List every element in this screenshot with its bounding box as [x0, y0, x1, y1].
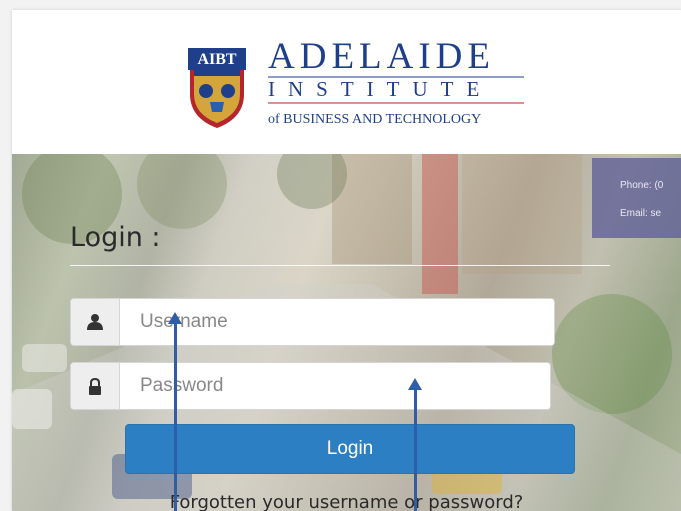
login-title: Login :	[70, 222, 161, 253]
login-page: AIBT ADELAIDE INSTITUTE of BUSINESS AND …	[12, 10, 681, 511]
hero-background: Phone: (0 Email: se Login : Login Forgot…	[12, 154, 681, 511]
contact-phone: Phone: (0	[620, 180, 664, 191]
svg-text:ADELAIDE: ADELAIDE	[268, 36, 495, 77]
forgot-credentials-link[interactable]: Forgotten your username or password?	[12, 492, 681, 511]
annotation-arrow-password	[408, 378, 422, 511]
svg-text:INSTITUTE: INSTITUTE	[268, 77, 492, 101]
svg-text:of BUSINESS AND TECHNOLOGY: of BUSINESS AND TECHNOLOGY	[268, 112, 481, 127]
aibt-logo: AIBT ADELAIDE INSTITUTE of BUSINESS AND …	[188, 36, 524, 128]
username-input[interactable]	[120, 299, 554, 345]
title-divider	[70, 265, 610, 266]
password-group	[70, 362, 551, 410]
contact-info: Phone: (0 Email: se	[592, 158, 681, 238]
lock-icon	[71, 363, 120, 409]
svg-text:AIBT: AIBT	[197, 51, 236, 68]
password-input[interactable]	[120, 363, 550, 409]
username-group	[70, 298, 555, 346]
contact-email: Email: se	[620, 208, 662, 219]
annotation-arrow-username	[168, 312, 182, 511]
user-icon	[71, 299, 120, 345]
site-header: AIBT ADELAIDE INSTITUTE of BUSINESS AND …	[12, 10, 681, 154]
login-button[interactable]: Login	[125, 424, 575, 474]
